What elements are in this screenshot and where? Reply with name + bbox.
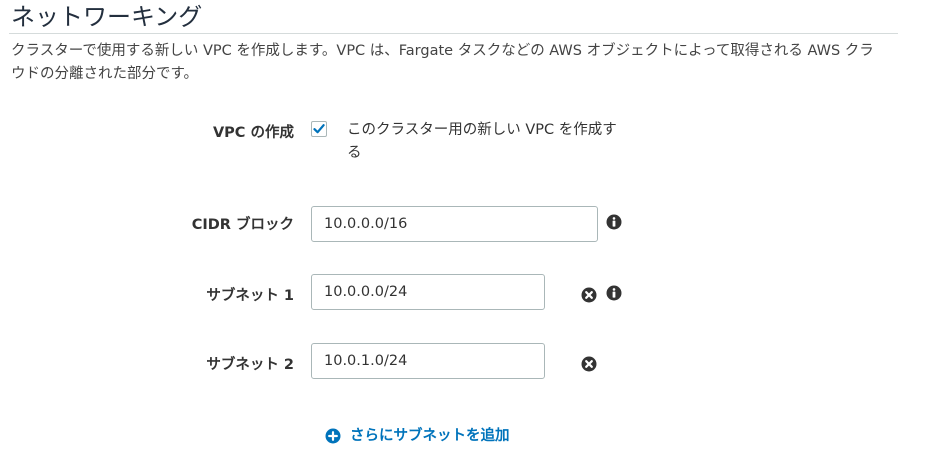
add-subnet-link[interactable]: さらにサブネットを追加: [325, 426, 510, 446]
subnet-1-input[interactable]: [311, 274, 545, 310]
create-vpc-label: VPC の作成: [212, 125, 294, 141]
subnet-2-label: サブネット 2: [206, 357, 294, 373]
cidr-block-label: CIDR ブロック: [191, 217, 294, 233]
section-description: クラスターで使用する新しい VPC を作成します。VPC は、Fargate タ…: [11, 43, 874, 82]
section-divider: [9, 33, 898, 34]
section-title: ネットワーキング: [11, 3, 203, 31]
create-vpc-checkbox-text[interactable]: このクラスター用の新しい VPC を作成する: [347, 119, 627, 165]
info-icon[interactable]: [606, 285, 622, 301]
plus-circle-icon: [325, 428, 341, 444]
subnet-1-label: サブネット 1: [206, 288, 294, 304]
cidr-block-input[interactable]: [311, 206, 598, 242]
add-subnet-label: さらにサブネットを追加: [350, 428, 510, 444]
remove-icon[interactable]: [581, 287, 597, 303]
remove-icon[interactable]: [581, 356, 597, 372]
check-icon: [313, 124, 325, 134]
create-vpc-checkbox[interactable]: [311, 121, 327, 137]
info-icon[interactable]: [606, 214, 622, 230]
subnet-2-input[interactable]: [311, 343, 545, 379]
